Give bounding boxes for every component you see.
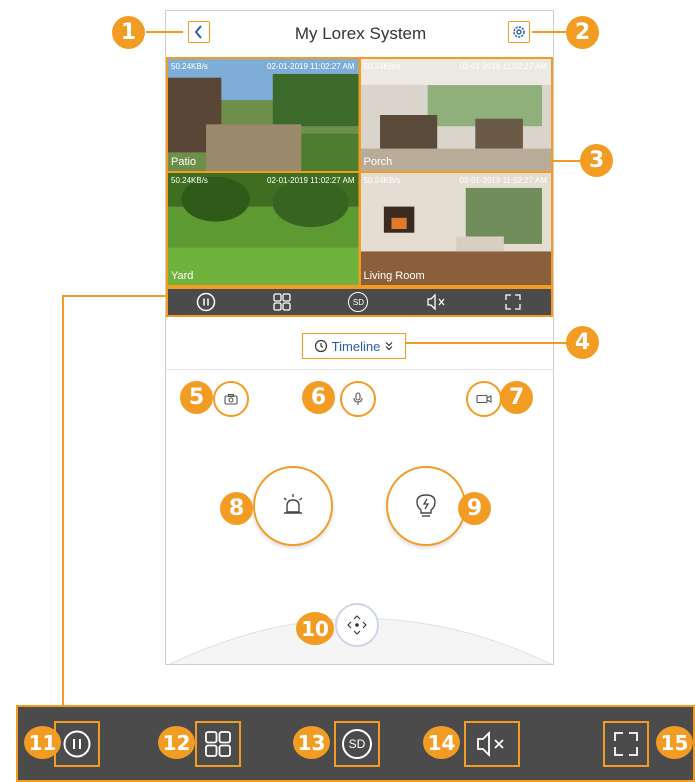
callout-line: [532, 31, 566, 33]
callout-badge: 8: [220, 492, 253, 525]
layout-button[interactable]: [195, 721, 241, 767]
siren-button[interactable]: [253, 466, 333, 546]
camera-feed-image: [168, 59, 359, 171]
page-title: My Lorex System: [294, 24, 427, 43]
timestamp-label: 02-01-2019 11:02:27 AM: [459, 176, 547, 185]
camera-feed-image: [360, 173, 551, 285]
bitrate-label: 50.24KB/s: [171, 176, 208, 185]
timestamp-label: 02-01-2019 11:02:27 AM: [267, 62, 355, 71]
siren-icon: [283, 494, 303, 514]
timestamp-label: 02-01-2019 11:02:27 AM: [267, 176, 355, 185]
callout-badge: 15: [656, 726, 693, 759]
ptz-icon: [347, 615, 367, 635]
bitrate-label: 50.24KB/s: [363, 176, 401, 185]
timeline-button[interactable]: Timeline: [302, 333, 406, 359]
camera-feed-image: [360, 59, 551, 171]
sd-icon[interactable]: SD: [348, 292, 369, 312]
live-view-toolbar: SD: [166, 287, 553, 317]
callout-badge: 9: [458, 492, 491, 525]
app-screen: My Lorex System 50.24KB/s 02-01-2019 11:…: [165, 10, 554, 665]
callout-badge: 10: [296, 612, 334, 645]
camera-grid: 50.24KB/s 02-01-2019 11:02:27 AM Patio 5…: [166, 57, 553, 287]
sd-icon: SD: [342, 729, 372, 759]
settings-button[interactable]: [508, 21, 530, 43]
camera-icon: [224, 394, 238, 405]
callout-line: [552, 160, 582, 162]
history-icon: [314, 339, 327, 353]
fullscreen-icon[interactable]: [503, 292, 523, 312]
bitrate-label: 50.24KB/s: [171, 62, 208, 71]
callout-badge: 12: [158, 726, 195, 759]
gear-icon: [513, 26, 525, 38]
camera-tile-patio[interactable]: 50.24KB/s 02-01-2019 11:02:27 AM Patio: [168, 59, 359, 171]
camera-tile-living-room[interactable]: 50.24KB/s 02-01-2019 11:02:27 AM Living …: [360, 173, 551, 285]
fullscreen-button[interactable]: [603, 721, 649, 767]
callout-badge: 1: [112, 16, 145, 49]
grid-icon: [205, 731, 231, 757]
camera-feed-image: [168, 173, 359, 285]
camera-tile-yard[interactable]: 50.24KB/s 02-01-2019 11:02:27 AM Yard: [168, 173, 359, 285]
ptz-button[interactable]: [335, 603, 379, 647]
callout-badge: 6: [302, 381, 335, 414]
toolbar-zoomed: SD: [16, 705, 695, 782]
camera-name: Porch: [363, 156, 393, 168]
pause-icon: [63, 730, 91, 758]
callout-line: [146, 31, 183, 33]
record-icon: [476, 394, 492, 404]
callout-badge: 13: [293, 726, 330, 759]
callout-badge: 3: [580, 144, 613, 177]
camera-name: Living Room: [363, 270, 425, 282]
fullscreen-icon: [614, 732, 638, 756]
sd-label: SD: [352, 297, 365, 307]
timestamp-label: 02-01-2019 11:02:27 AM: [459, 62, 547, 71]
callout-badge: 11: [24, 726, 61, 759]
pause-icon[interactable]: [196, 292, 216, 312]
callout-badge: 5: [180, 381, 213, 414]
callout-line: [62, 295, 64, 705]
chevron-double-down-icon: [385, 342, 393, 351]
callout-line: [62, 295, 166, 297]
sd-label: SD: [348, 737, 366, 751]
bitrate-label: 50.24KB/s: [363, 62, 401, 71]
callout-badge: 14: [423, 726, 460, 759]
timeline-label: Timeline: [331, 338, 381, 354]
snapshot-button[interactable]: [213, 381, 249, 417]
light-bulb-icon: [416, 494, 436, 517]
camera-tile-porch[interactable]: 50.24KB/s 02-01-2019 11:02:27 AM Porch: [360, 59, 551, 171]
mute-button[interactable]: [464, 721, 520, 767]
callout-badge: 2: [566, 16, 599, 49]
record-button[interactable]: [466, 381, 502, 417]
mute-icon: [477, 730, 504, 758]
camera-name: Patio: [171, 156, 197, 168]
talk-button[interactable]: [340, 381, 376, 417]
microphone-icon: [353, 392, 363, 405]
back-icon: [194, 25, 202, 39]
light-button[interactable]: [386, 466, 466, 546]
sd-button[interactable]: SD: [334, 721, 380, 767]
callout-badge: 4: [566, 326, 599, 359]
mute-icon[interactable]: [425, 292, 447, 312]
callout-badge: 7: [500, 381, 533, 414]
camera-name: Yard: [171, 270, 194, 282]
callout-line: [405, 342, 568, 344]
back-button[interactable]: [188, 21, 210, 43]
grid-icon[interactable]: [272, 292, 292, 312]
divider: [166, 369, 553, 370]
